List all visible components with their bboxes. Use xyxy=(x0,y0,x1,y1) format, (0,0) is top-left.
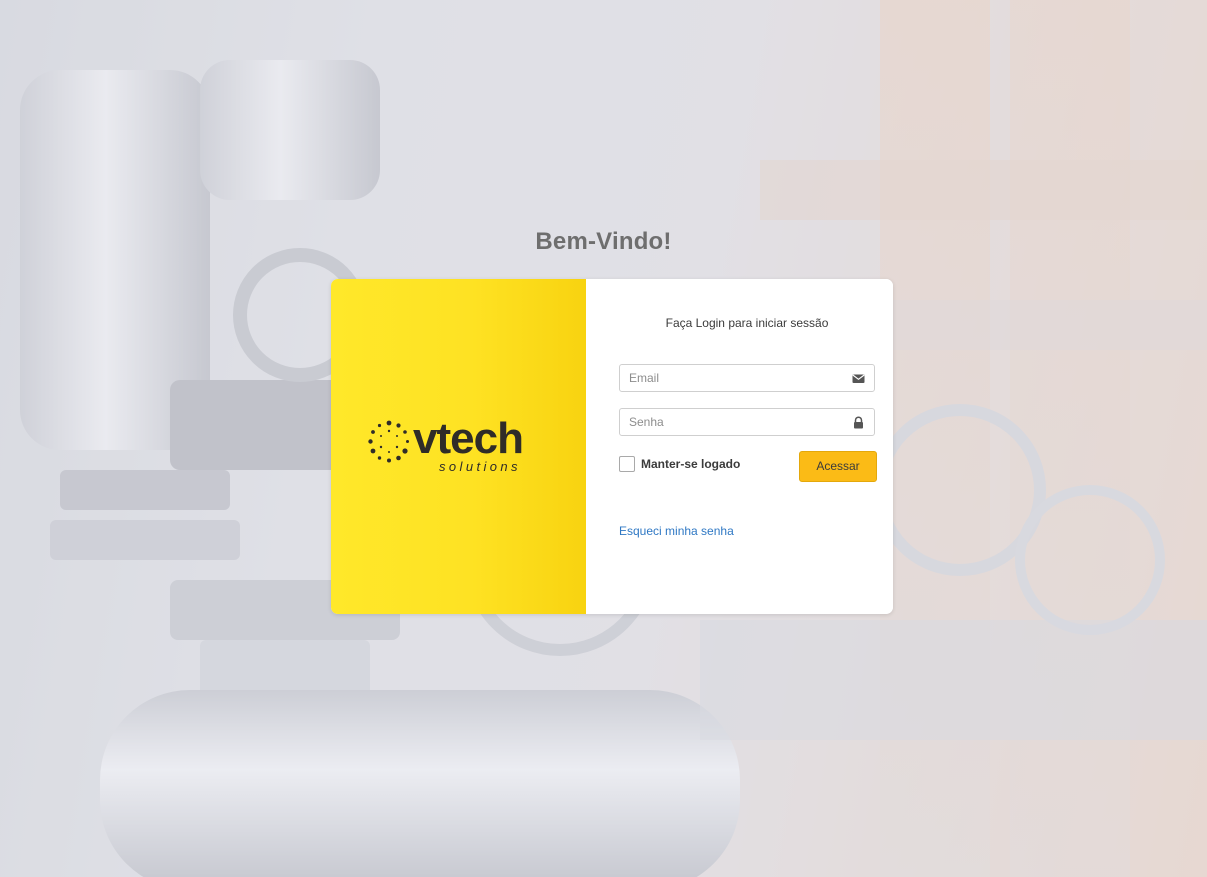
logo-wordmark: vtech xyxy=(413,414,524,463)
envelope-icon xyxy=(852,374,865,383)
login-card: vtech solutions Faça Login para iniciar … xyxy=(331,279,893,614)
email-input[interactable] xyxy=(629,365,844,391)
lock-icon xyxy=(854,416,863,429)
forgot-password-link[interactable]: Esqueci minha senha xyxy=(619,524,734,538)
remember-checkbox[interactable] xyxy=(619,456,635,472)
password-field-wrapper xyxy=(619,408,875,436)
login-form-title: Faça Login para iniciar sessão xyxy=(665,316,829,330)
brand-panel: vtech solutions xyxy=(331,279,586,614)
logo-tagline: solutions xyxy=(439,459,521,474)
remember-label: Manter-se logado xyxy=(641,457,741,471)
password-input[interactable] xyxy=(629,409,844,435)
email-field-wrapper xyxy=(619,364,875,392)
welcome-title: Bem-Vindo! xyxy=(535,228,672,255)
login-form: Faça Login para iniciar sessão Manter-se… xyxy=(586,279,893,614)
vtech-logo: vtech solutions xyxy=(367,415,552,477)
remember-me[interactable]: Manter-se logado xyxy=(619,456,740,472)
logo-dots-icon xyxy=(368,420,409,463)
submit-button[interactable]: Acessar xyxy=(799,451,877,482)
